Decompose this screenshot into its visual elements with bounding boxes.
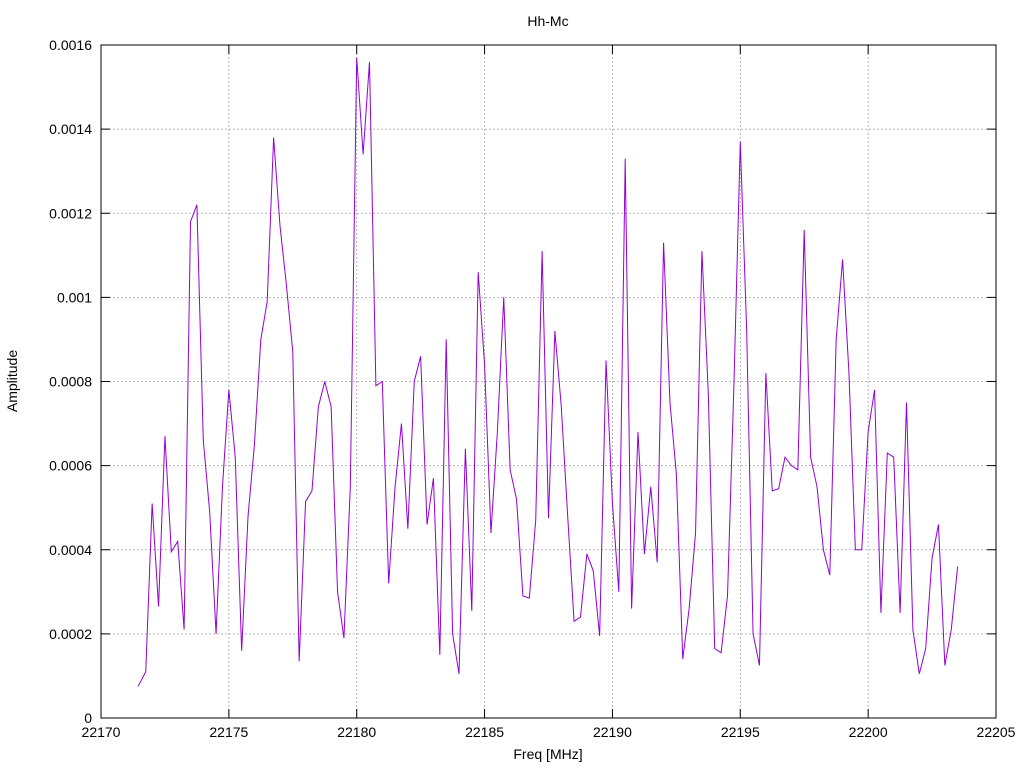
y-tick-label: 0.0016 <box>49 37 92 53</box>
x-tick-label: 22190 <box>593 724 632 740</box>
chart-background <box>0 0 1024 768</box>
y-tick-label: 0.0002 <box>49 626 92 642</box>
x-tick-label: 22170 <box>82 724 121 740</box>
x-axis-label: Freq [MHz] <box>513 746 582 762</box>
line-chart: 22170 22175 22180 22185 22190 22195 22200 22205… <box>0 0 1024 768</box>
y-tick-label: 0.0014 <box>49 121 92 137</box>
y-tick-label: 0.0008 <box>49 374 92 390</box>
y-tick-label: 0.0012 <box>49 205 92 221</box>
y-tick-label: 0.001 <box>57 289 92 305</box>
chart-title: Hh-Mc <box>527 13 568 29</box>
x-tick-label: 22195 <box>721 724 760 740</box>
x-tick-label: 22180 <box>337 724 376 740</box>
x-tick-label: 22205 <box>977 724 1016 740</box>
y-tick-label: 0.0004 <box>49 542 92 558</box>
y-tick-label: 0.0006 <box>49 458 92 474</box>
x-tick-label: 22175 <box>209 724 248 740</box>
x-tick-label: 22185 <box>465 724 504 740</box>
x-tick-label: 22200 <box>849 724 888 740</box>
y-axis-label: Amplitude <box>4 350 20 412</box>
y-tick-label: 0 <box>84 710 92 726</box>
